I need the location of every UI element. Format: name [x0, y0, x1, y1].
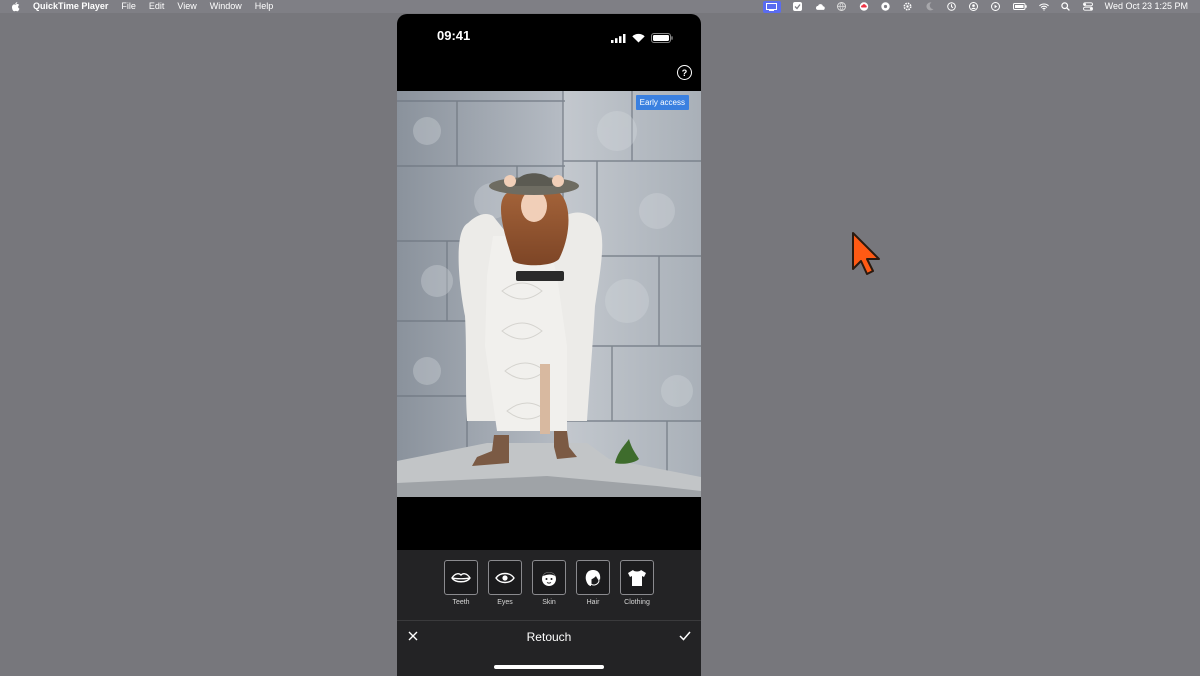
cellular-signal-icon: [611, 30, 626, 48]
tool-eyes-label: Eyes: [497, 599, 513, 606]
tool-teeth[interactable]: Teeth: [444, 560, 478, 606]
cloud-icon[interactable]: [815, 2, 825, 11]
checkmark-shield-icon[interactable]: [793, 2, 803, 11]
menu-help[interactable]: Help: [255, 0, 274, 13]
tool-skin[interactable]: Skin: [532, 560, 566, 606]
creative-cloud-icon[interactable]: [859, 2, 869, 11]
mouse-cursor-icon: [850, 231, 882, 277]
wifi-icon[interactable]: [1038, 2, 1049, 11]
user-icon[interactable]: [969, 2, 979, 11]
chrome-icon[interactable]: [881, 2, 891, 11]
tool-clothing[interactable]: Clothing: [620, 560, 654, 606]
checkmark-icon[interactable]: [678, 629, 692, 643]
menu-file[interactable]: File: [121, 0, 136, 13]
lips-icon[interactable]: [444, 560, 478, 595]
battery-icon[interactable]: [1012, 2, 1027, 11]
control-center-icon[interactable]: [1082, 2, 1093, 11]
status-area: Wed Oct 23 1:25 PM: [762, 0, 1200, 13]
retouch-tools: Teeth Eyes Skin Hair Clothing: [444, 560, 654, 606]
tool-clothing-label: Clothing: [624, 599, 650, 606]
screen-title: Retouch: [526, 630, 572, 644]
photo-canvas[interactable]: Early access: [397, 91, 701, 497]
battery-icon: [651, 30, 673, 48]
face-icon[interactable]: [532, 560, 566, 595]
menu-view[interactable]: View: [177, 0, 196, 13]
menu-bar: QuickTime Player File Edit View Window H…: [0, 0, 1200, 13]
play-icon[interactable]: [991, 2, 1001, 11]
globe-icon[interactable]: [837, 2, 847, 11]
app-menu[interactable]: QuickTime Player: [33, 0, 108, 13]
wifi-icon: [632, 30, 645, 48]
tool-eyes[interactable]: Eyes: [488, 560, 522, 606]
tool-hair[interactable]: Hair: [576, 560, 610, 606]
home-indicator[interactable]: [494, 665, 604, 669]
ios-time: 09:41: [437, 28, 471, 43]
search-icon[interactable]: [1061, 2, 1071, 11]
history-icon[interactable]: [947, 2, 957, 11]
bottom-action-bar: Retouch: [397, 621, 701, 676]
ios-status-bar: 09:41: [397, 14, 701, 58]
portrait-photo: [397, 91, 701, 497]
hair-icon[interactable]: [576, 560, 610, 595]
eye-icon[interactable]: [488, 560, 522, 595]
gear-icon[interactable]: [903, 2, 913, 11]
ios-status-icons: [611, 30, 673, 48]
moon-icon[interactable]: [925, 2, 935, 11]
apple-menu-icon[interactable]: [11, 1, 21, 12]
tool-teeth-label: Teeth: [452, 599, 470, 606]
tool-skin-label: Skin: [542, 599, 556, 606]
help-button[interactable]: ?: [677, 65, 692, 80]
phone-screen: 09:41 ? Early access Teeth Eyes Skin Hai…: [397, 14, 701, 676]
menu-window[interactable]: Window: [210, 0, 242, 13]
tool-hair-label: Hair: [586, 599, 600, 606]
screen-recording-icon[interactable]: [762, 0, 781, 13]
early-access-badge: Early access: [635, 95, 689, 110]
shirt-icon[interactable]: [620, 560, 654, 595]
menu-edit[interactable]: Edit: [149, 0, 165, 13]
menubar-clock[interactable]: Wed Oct 23 1:25 PM: [1105, 0, 1188, 13]
retouch-toolbar: Teeth Eyes Skin Hair Clothing Retouch: [397, 550, 701, 676]
